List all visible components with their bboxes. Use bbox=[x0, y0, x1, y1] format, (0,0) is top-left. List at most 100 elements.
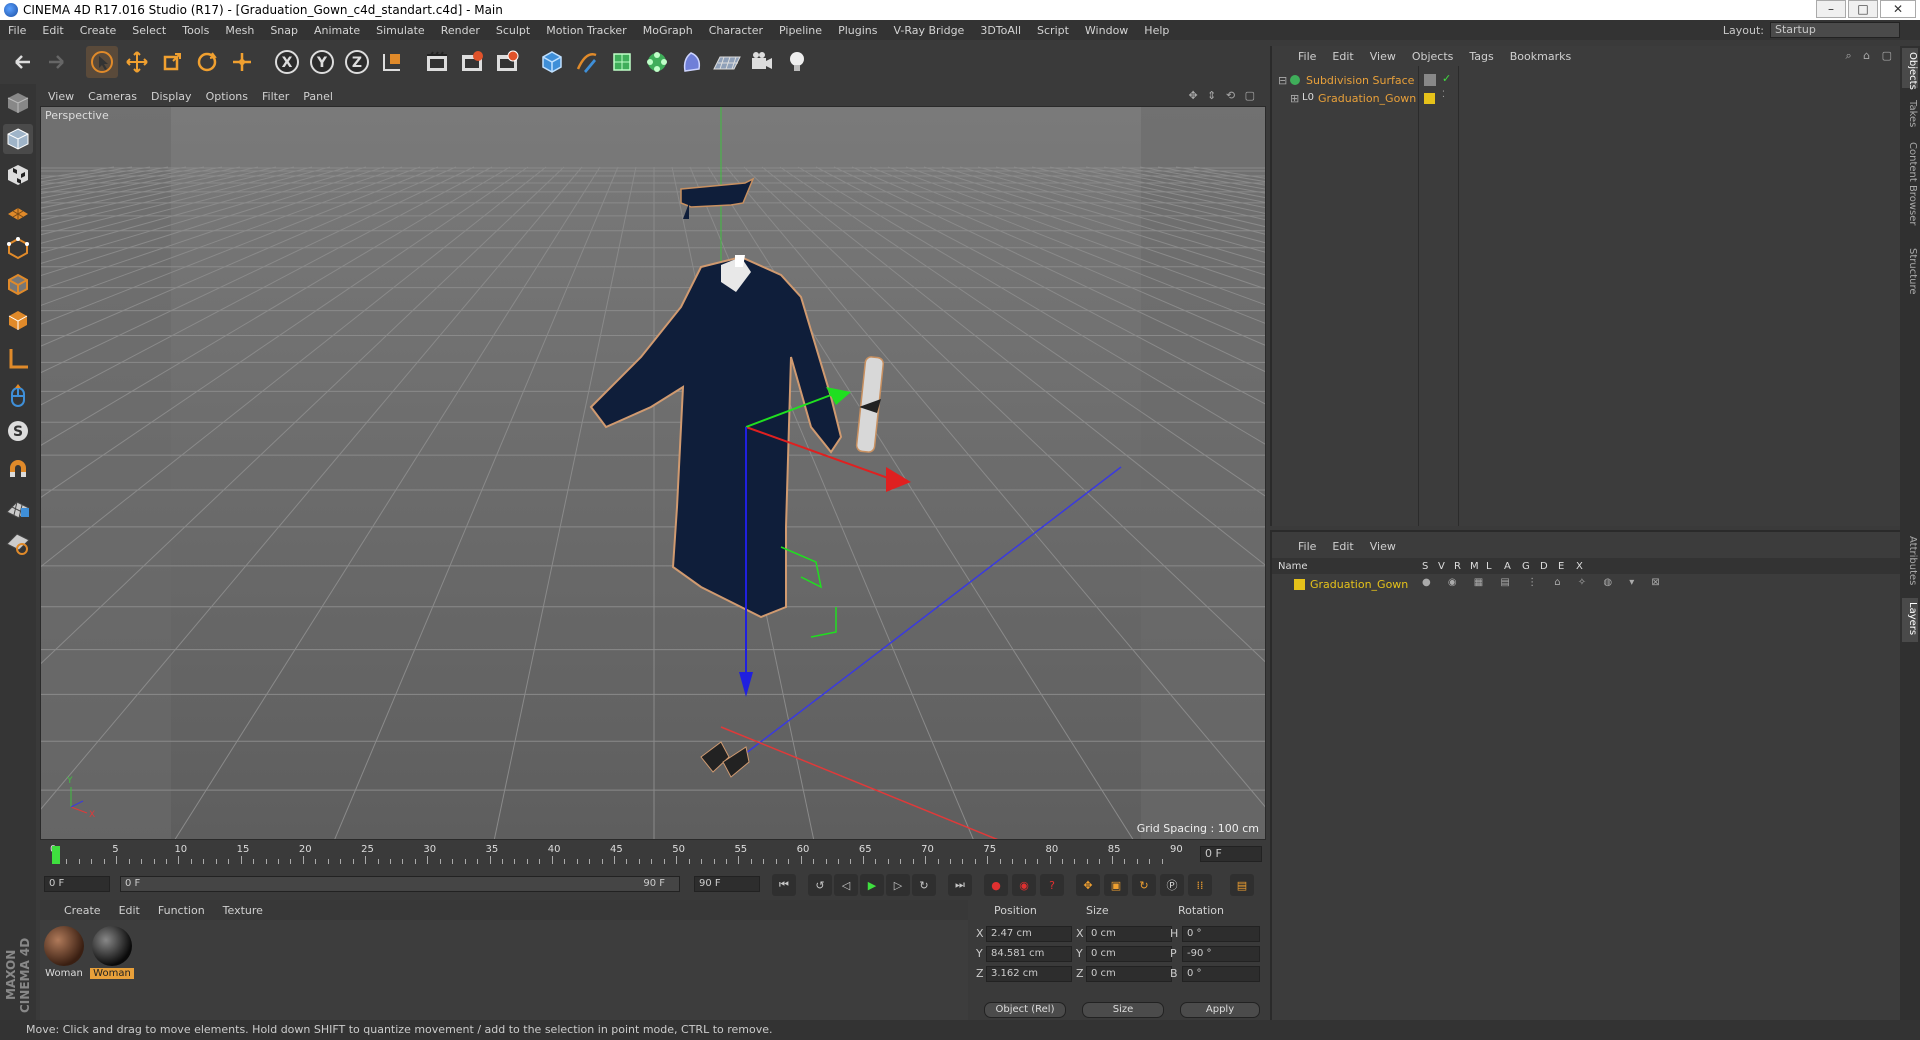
scale-icon[interactable] bbox=[156, 46, 188, 78]
column-deformers[interactable]: D bbox=[1540, 561, 1548, 572]
material-menu-edit[interactable]: Edit bbox=[119, 904, 140, 917]
apply-button[interactable]: Apply bbox=[1180, 1002, 1260, 1018]
column-generators[interactable]: G bbox=[1522, 561, 1530, 572]
tweak-icon[interactable] bbox=[3, 380, 33, 410]
key-scale-icon[interactable]: ▣ bbox=[1104, 874, 1128, 896]
end-frame-field[interactable]: 90 F bbox=[694, 876, 760, 892]
column-animation[interactable]: A bbox=[1504, 561, 1511, 572]
key-parameter-icon[interactable]: Ⓟ bbox=[1160, 874, 1184, 896]
world-coord-icon[interactable] bbox=[376, 46, 408, 78]
collapse-icon[interactable]: ⊟ bbox=[1278, 74, 1287, 87]
tab-objects[interactable]: Objects bbox=[1902, 48, 1918, 90]
enabled-check-icon[interactable]: ✓ bbox=[1442, 72, 1451, 85]
render-picture-icon[interactable] bbox=[456, 46, 488, 78]
layer-color-swatch[interactable] bbox=[1294, 579, 1305, 590]
object-name[interactable]: Graduation_Gown bbox=[1318, 92, 1416, 105]
timeline-ruler[interactable]: 051015202530354045505560657075808590 0 F bbox=[40, 840, 1266, 868]
rotation-h-field[interactable]: 0 ° bbox=[1182, 926, 1260, 942]
menu-motion-tracker[interactable]: Motion Tracker bbox=[538, 24, 634, 37]
menu-sculpt[interactable]: Sculpt bbox=[488, 24, 538, 37]
column-xref[interactable]: X bbox=[1576, 561, 1583, 572]
viewport-canvas[interactable]: Y X bbox=[41, 107, 1266, 840]
column-solo[interactable]: S bbox=[1422, 561, 1428, 572]
size-z-field[interactable]: 0 cm bbox=[1086, 966, 1172, 982]
next-key-icon[interactable]: ↻ bbox=[912, 874, 936, 896]
y-axis-icon[interactable]: Y bbox=[306, 46, 338, 78]
object-mode-icon[interactable] bbox=[3, 124, 33, 154]
polygons-mode-icon[interactable] bbox=[3, 304, 33, 334]
size-mode-dropdown[interactable]: Size bbox=[1082, 1002, 1164, 1018]
material-menu-texture[interactable]: Texture bbox=[223, 904, 263, 917]
menu-file[interactable]: File bbox=[0, 24, 34, 37]
key-pla-icon[interactable]: ⁞⁞ bbox=[1188, 874, 1212, 896]
edges-mode-icon[interactable] bbox=[3, 268, 33, 298]
menu-mesh[interactable]: Mesh bbox=[217, 24, 262, 37]
prev-key-icon[interactable]: ↺ bbox=[808, 874, 832, 896]
undo-icon[interactable] bbox=[6, 46, 38, 78]
maximize-button[interactable]: □ bbox=[1848, 0, 1878, 18]
goto-end-icon[interactable]: ⏭ bbox=[948, 874, 972, 896]
menu-tools[interactable]: Tools bbox=[174, 24, 217, 37]
visibility-dots-icon[interactable]: ⁚ bbox=[1442, 90, 1445, 100]
layermgr-menu-view[interactable]: View bbox=[1370, 540, 1396, 553]
viewport-camera-label[interactable]: Perspective bbox=[45, 109, 109, 122]
frame-ruler[interactable]: 051015202530354045505560657075808590 bbox=[50, 844, 1200, 866]
material-swatch-selected[interactable]: Woman bbox=[90, 926, 134, 984]
key-rotation-icon[interactable]: ↻ bbox=[1132, 874, 1156, 896]
menu-pipeline[interactable]: Pipeline bbox=[771, 24, 830, 37]
layer-name[interactable]: Graduation_Gown bbox=[1310, 578, 1408, 591]
column-view[interactable]: V bbox=[1438, 561, 1445, 572]
menu-script[interactable]: Script bbox=[1029, 24, 1077, 37]
column-expressions[interactable]: E bbox=[1558, 561, 1564, 572]
viewport-menu-panel[interactable]: Panel bbox=[303, 90, 343, 103]
objmgr-menu-edit[interactable]: Edit bbox=[1332, 50, 1353, 63]
live-select-icon[interactable] bbox=[226, 46, 258, 78]
column-name[interactable]: Name bbox=[1278, 561, 1308, 572]
axis-icon[interactable] bbox=[3, 344, 33, 374]
rotation-b-field[interactable]: 0 ° bbox=[1182, 966, 1260, 982]
layout-dropdown[interactable]: Startup bbox=[1770, 22, 1900, 38]
layer-tag-icon[interactable] bbox=[1424, 74, 1436, 86]
points-mode-icon[interactable] bbox=[3, 232, 33, 262]
menu-mograph[interactable]: MoGraph bbox=[635, 24, 701, 37]
object-name[interactable]: Subdivision Surface bbox=[1306, 74, 1414, 87]
expand-icon[interactable]: ⊞ bbox=[1290, 92, 1299, 105]
size-x-field[interactable]: 0 cm bbox=[1086, 926, 1172, 942]
viewport-menu-options[interactable]: Options bbox=[206, 90, 258, 103]
viewport-menu-display[interactable]: Display bbox=[151, 90, 202, 103]
keyframe-selection-icon[interactable]: ? bbox=[1040, 874, 1064, 896]
camera-icon[interactable] bbox=[746, 46, 778, 78]
material-menu-create[interactable]: Create bbox=[64, 904, 101, 917]
preview-range-slider[interactable]: 0 F 90 F bbox=[120, 876, 680, 892]
menu-help[interactable]: Help bbox=[1136, 24, 1177, 37]
close-button[interactable]: ✕ bbox=[1880, 0, 1916, 18]
material-menu-function[interactable]: Function bbox=[158, 904, 205, 917]
objmgr-toolbar-icons[interactable]: ⌕ ⌂ ▢ bbox=[1845, 49, 1896, 63]
tab-takes[interactable]: Takes bbox=[1902, 96, 1918, 132]
floor-icon[interactable] bbox=[711, 46, 743, 78]
playhead[interactable] bbox=[52, 846, 60, 864]
light-icon[interactable] bbox=[781, 46, 813, 78]
move-icon[interactable] bbox=[121, 46, 153, 78]
pen-icon[interactable] bbox=[571, 46, 603, 78]
z-axis-icon[interactable]: Z bbox=[341, 46, 373, 78]
cloner-icon[interactable] bbox=[641, 46, 673, 78]
column-locked[interactable]: L bbox=[1486, 561, 1492, 572]
select-arrow-icon[interactable] bbox=[86, 46, 118, 78]
subdivision-icon[interactable] bbox=[606, 46, 638, 78]
key-position-icon[interactable]: ✥ bbox=[1076, 874, 1100, 896]
column-manager[interactable]: M bbox=[1470, 561, 1479, 572]
objmgr-menu-file[interactable]: File bbox=[1298, 50, 1316, 63]
render-view-icon[interactable] bbox=[421, 46, 453, 78]
menu-create[interactable]: Create bbox=[72, 24, 125, 37]
viewport-nav-icons[interactable]: ✥ ⇕ ⟲ ▢ bbox=[1188, 89, 1258, 102]
tab-content-browser[interactable]: Content Browser bbox=[1902, 138, 1918, 238]
coordinate-mode-dropdown[interactable]: Object (Rel) bbox=[984, 1002, 1066, 1018]
layer-color-swatch[interactable] bbox=[1424, 93, 1435, 104]
solo-icon[interactable]: S bbox=[3, 416, 33, 446]
snap-grid-icon[interactable] bbox=[3, 492, 33, 522]
position-y-field[interactable]: 84.581 cm bbox=[986, 946, 1072, 962]
menu-select[interactable]: Select bbox=[124, 24, 174, 37]
layermgr-menu-file[interactable]: File bbox=[1298, 540, 1316, 553]
goto-start-icon[interactable]: ⏮ bbox=[772, 874, 796, 896]
